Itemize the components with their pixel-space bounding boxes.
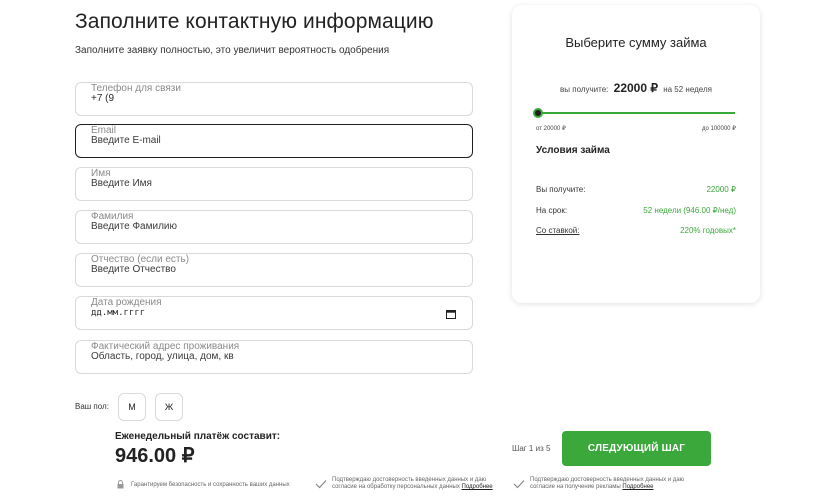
- consent-advertising: Подтверждаю достоверность введенных данн…: [530, 477, 700, 491]
- first-name-field[interactable]: Имя Введите Имя: [75, 167, 473, 201]
- field-placeholder: Введите Фамилию: [91, 221, 177, 232]
- loan-card: Выберите сумму займа вы получите: 22000 …: [512, 5, 760, 303]
- page-title: Заполните контактную информацию: [75, 10, 434, 33]
- weekly-payment-label: Еженедельный платёж составит:: [115, 431, 281, 442]
- term-value: 22000 ₽: [706, 185, 736, 194]
- phone-field[interactable]: Телефон для связи +7 (9: [75, 82, 473, 116]
- term-value: 220% годовых*: [680, 226, 736, 235]
- gender-female-button[interactable]: Ж: [155, 393, 183, 421]
- loan-term: на 52 неделя: [663, 85, 712, 94]
- gender-label: Ваш пол:: [75, 402, 109, 411]
- consent-checkbox-icon[interactable]: [513, 479, 525, 489]
- amount-slider-track[interactable]: [538, 112, 735, 114]
- consent-text: Подтверждаю достоверность введенных данн…: [530, 477, 685, 490]
- step-indicator: Шаг 1 из 5: [512, 444, 551, 453]
- birth-date-field[interactable]: Дата рождения дд.мм.гггг: [75, 296, 473, 330]
- loan-get-prefix: вы получите:: [560, 85, 609, 94]
- calendar-icon[interactable]: [446, 309, 456, 319]
- address-field[interactable]: Фактический адрес проживания Область, го…: [75, 340, 473, 374]
- slider-max-label: до 100000 ₽: [701, 126, 736, 132]
- consent-more-link[interactable]: Подробнее: [462, 484, 493, 490]
- weekly-payment-amount: 946.00 ₽: [115, 445, 195, 467]
- field-placeholder: Введите Отчество: [91, 264, 176, 275]
- rate-info-link[interactable]: Со ставкой:: [536, 226, 579, 235]
- last-name-field[interactable]: Фамилия Введите Фамилию: [75, 210, 473, 244]
- field-placeholder: Введите E-mail: [91, 135, 161, 146]
- loan-amount: 22000 ₽: [613, 81, 658, 95]
- consent-personal-data: Подтверждаю достоверность введенных данн…: [332, 477, 502, 491]
- lock-icon: [117, 480, 124, 489]
- amount-slider-handle[interactable]: [533, 108, 543, 118]
- gender-male-button[interactable]: М: [118, 393, 146, 421]
- next-step-button[interactable]: СЛЕДУЮЩИЙ ШАГ: [562, 431, 711, 466]
- loan-card-title: Выберите сумму займа: [565, 35, 707, 50]
- loan-terms-title: Условия займа: [536, 145, 610, 156]
- patronymic-field[interactable]: Отчество (если есть) Введите Отчество: [75, 253, 473, 287]
- field-placeholder: дд.мм.гггг: [91, 308, 146, 318]
- security-note: Гарантируем безопасность и сохранность в…: [131, 482, 290, 488]
- term-value: 52 недели (946.00 ₽/нед): [643, 206, 736, 215]
- field-placeholder: Введите Имя: [91, 178, 152, 189]
- slider-min-label: от 20000 ₽: [536, 126, 566, 132]
- term-label: Вы получите:: [536, 185, 586, 194]
- page-subtitle: Заполните заявку полностью, это увеличит…: [75, 45, 390, 56]
- field-placeholder: Область, город, улица, дом, кв: [91, 351, 234, 362]
- consent-more-link[interactable]: Подробнее: [622, 484, 653, 490]
- loan-summary: вы получите: 22000 ₽ на 52 неделя: [512, 81, 760, 95]
- consent-checkbox-icon[interactable]: [315, 479, 327, 489]
- term-label: На срок:: [536, 206, 568, 215]
- field-value: +7 (9: [91, 93, 115, 104]
- email-field[interactable]: Email Введите E-mail: [75, 124, 473, 158]
